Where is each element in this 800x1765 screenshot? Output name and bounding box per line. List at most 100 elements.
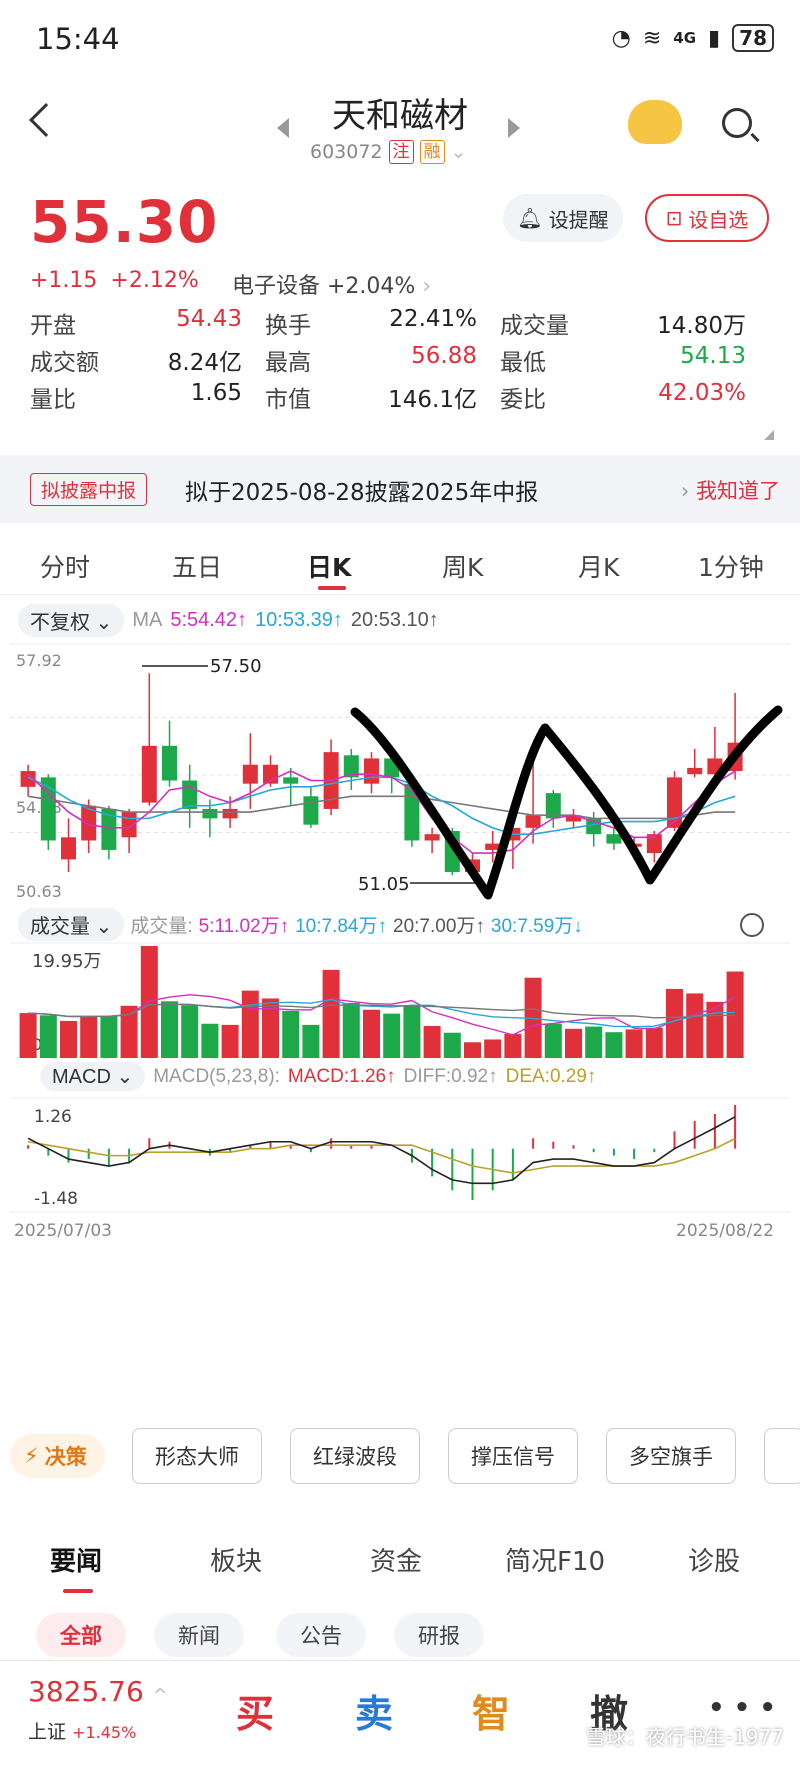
bull-bear-button[interactable]: 多空旗手: [606, 1428, 736, 1484]
stat-cell: 成交量 14.80万: [500, 306, 746, 340]
notice-text: 拟于2025-08-28披露2025年中报: [185, 480, 539, 506]
chart-period-tabs: 分时 五日 日K 周K 月K 1分钟: [0, 530, 800, 595]
diff-value: DIFF:0.92↑: [403, 1065, 498, 1087]
news-tab-sectors[interactable]: 板块: [210, 1541, 262, 1578]
stat-value: 14.80万: [657, 313, 746, 339]
registration-tag: 注: [388, 140, 414, 164]
status-bar: 15:44 ◔ ≋ 4G ▮ 78: [0, 0, 800, 80]
adjust-dropdown[interactable]: 不复权 ⌄: [18, 604, 125, 637]
chip-announcements[interactable]: 公告: [276, 1613, 366, 1657]
index-widget[interactable]: 3825.76 ^: [28, 1675, 168, 1708]
volume-bar: [504, 1033, 522, 1058]
network-indicator: 4G: [673, 29, 697, 47]
chip-news[interactable]: 新闻: [154, 1613, 244, 1657]
tab-intraday[interactable]: 分时: [40, 548, 90, 584]
volume-bar: [201, 1023, 219, 1058]
current-price: 55.30: [30, 188, 219, 256]
stat-value: 42.03%: [658, 380, 746, 406]
kline-chart-area[interactable]: 不复权 ⌄ MA 5:54.42↑ 10:53.39↑ 20:53.10↑ 57…: [0, 600, 800, 1611]
high-label: 57.50: [210, 656, 262, 677]
candle-body: [202, 808, 218, 819]
volume-prefix: 成交量:: [130, 916, 193, 937]
volume-bar: [80, 1016, 98, 1058]
news-tab-diagnosis[interactable]: 诊股: [688, 1541, 740, 1578]
dea-value: DEA:0.29↑: [505, 1065, 597, 1087]
red-green-band-button[interactable]: 红绿波段: [290, 1428, 420, 1484]
watchlist-button[interactable]: ⊡ 设自选: [645, 194, 769, 242]
stat-value: 56.88: [411, 343, 477, 369]
clock: 15:44: [36, 22, 120, 56]
volume-bar: [464, 1042, 481, 1058]
candle-body: [687, 767, 703, 775]
volume-dropdown[interactable]: 成交量 ⌄: [18, 908, 125, 941]
macd-dropdown[interactable]: MACD ⌄: [40, 1062, 146, 1091]
more-strategy-button[interactable]: [764, 1428, 800, 1484]
decision-badge[interactable]: ⚡︎ 决策: [10, 1434, 105, 1478]
adjust-label: 不复权: [30, 612, 90, 634]
expand-corner-icon[interactable]: [764, 430, 774, 440]
candle-body: [141, 745, 157, 803]
vol20-value: 20:7.00万↑: [393, 916, 485, 937]
news-tab-headlines[interactable]: 要闻: [50, 1541, 102, 1578]
volume-bar: [181, 1005, 199, 1058]
battery-indicator: 78: [732, 24, 774, 52]
search-icon[interactable]: [722, 108, 752, 138]
volume-bar: [161, 1001, 178, 1058]
stock-code: 603072: [310, 141, 383, 163]
dismiss-notice[interactable]: › 我知道了: [681, 475, 780, 505]
stat-cell: 市值 146.1亿: [265, 380, 477, 414]
smart-button[interactable]: 智: [472, 1683, 510, 1738]
stat-label: 委比: [500, 387, 546, 413]
candle-body: [61, 837, 76, 860]
stat-value: 8.24亿: [167, 350, 242, 376]
wifi-icon: ≋: [642, 25, 662, 51]
index-change: +1.45%: [72, 1723, 137, 1742]
stat-cell: 最高 56.88: [265, 343, 477, 377]
volume-bar: [625, 1029, 643, 1058]
stat-cell: 量比 1.65: [30, 380, 242, 414]
margin-tag: 融: [419, 140, 445, 164]
stat-label: 换手: [265, 313, 311, 339]
volume-bar: [221, 1024, 239, 1058]
volume-bar: [605, 1032, 623, 1058]
tab-one-minute[interactable]: 1分钟: [698, 548, 764, 584]
candle-body: [162, 745, 177, 781]
candle-body: [364, 758, 379, 784]
news-tab-profile[interactable]: 简况F10: [505, 1541, 605, 1578]
start-date: 2025/07/03: [14, 1221, 112, 1241]
volume-bar: [443, 1032, 461, 1058]
kline-chart-svg[interactable]: 不复权 ⌄ MA 5:54.42↑ 10:53.39↑ 20:53.10↑ 57…: [0, 600, 800, 1611]
volume-bar: [645, 1027, 663, 1058]
mascot-icon[interactable]: [628, 100, 682, 144]
chip-research[interactable]: 研报: [394, 1613, 484, 1657]
macd-params: MACD(5,23,8):: [153, 1065, 280, 1087]
pattern-master-button[interactable]: 形态大师: [132, 1428, 262, 1484]
alert-label: 设提醒: [548, 207, 609, 232]
alert-button[interactable]: 🔔︎ 设提醒: [503, 194, 623, 242]
tab-five-day[interactable]: 五日: [172, 548, 222, 584]
chevron-down-icon[interactable]: ⌄: [451, 141, 467, 163]
volume-bar: [403, 1006, 421, 1058]
more-button[interactable]: • • •: [708, 1693, 776, 1723]
volume-bar: [19, 1013, 37, 1058]
buy-button[interactable]: 买: [236, 1683, 274, 1738]
change-amount: +1.15: [30, 268, 98, 293]
news-section: 要闻 板块 资金 简况F10 诊股 全部 新闻 公告 研报: [0, 1525, 800, 1657]
stat-label: 开盘: [30, 313, 76, 339]
disclosure-notice[interactable]: 拟披露中报 拟于2025-08-28披露2025年中报 › 我知道了: [0, 455, 800, 523]
sector-link[interactable]: 电子设备 +2.04% ›: [232, 268, 431, 300]
news-tab-funds[interactable]: 资金: [370, 1541, 422, 1578]
stat-value: 1.65: [190, 380, 242, 406]
tab-daily-k[interactable]: 日K: [307, 548, 351, 584]
tab-weekly-k[interactable]: 周K: [442, 548, 483, 584]
support-resistance-button[interactable]: 撑压信号: [448, 1428, 578, 1484]
chip-all[interactable]: 全部: [36, 1613, 126, 1657]
ma20-value: 20:53.10↑: [350, 609, 439, 631]
tab-monthly-k[interactable]: 月K: [578, 548, 619, 584]
next-stock-icon[interactable]: [508, 118, 520, 138]
volume-bar: [484, 1039, 502, 1058]
vol5-value: 5:11.02万↑: [198, 916, 290, 937]
volume-label: 成交量: [30, 916, 90, 938]
candle-body: [606, 834, 622, 844]
sell-button[interactable]: 卖: [355, 1683, 393, 1738]
